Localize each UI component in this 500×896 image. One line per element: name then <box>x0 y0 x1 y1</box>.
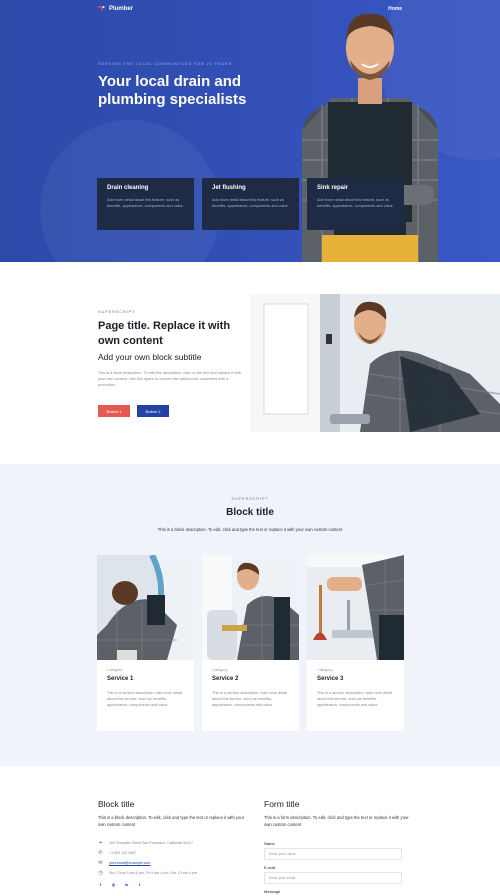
feature-text: Add more detail about this feature, such… <box>212 198 289 208</box>
address-text: 153 Template Street San Francisco, Calif… <box>109 841 193 845</box>
service-text: This is a service description. Add more … <box>317 691 393 707</box>
feature-cards: Drain cleaning Add more detail about thi… <box>97 178 404 230</box>
email-link[interactable]: your.email@example.com <box>109 861 150 865</box>
feature-title: Sink repair <box>317 185 349 191</box>
form-title: Form title <box>264 799 300 809</box>
hero-title: Your local drain and plumbing specialist… <box>98 73 247 108</box>
pipe-logo-icon <box>98 6 105 12</box>
hours-item: ◷ Sun-Thurs 9 am-6 pm, Fri 9 am-4 pm, Sa… <box>98 868 197 878</box>
feature-card: Sink repair Add more detail about this f… <box>307 178 404 230</box>
services-superscript: SUPERSCRIPT <box>231 496 269 501</box>
service-card-body: Category Service 2 This is a service des… <box>202 660 299 716</box>
hero-section: Plumber Home SERVING THE LOCAL COMMUNITI… <box>0 0 500 262</box>
content-subtitle: Add your own block subtitle <box>98 352 202 362</box>
service-cards: Category Service 1 This is a service des… <box>97 555 404 731</box>
service-3-image <box>307 555 404 660</box>
button-1[interactable]: Button 1 <box>98 405 130 417</box>
location-pin-icon: ⌖ <box>99 839 102 846</box>
feature-title: Jet flushing <box>212 185 246 191</box>
content-title: Page title. Replace it with own content <box>98 320 231 347</box>
service-text: This is a service description. Add more … <box>212 691 288 707</box>
service-category: Category <box>317 668 333 672</box>
contact-description: This is a block description. To edit, cl… <box>98 815 245 827</box>
social-links: f ◎ in t <box>98 882 142 887</box>
brand-name: Plumber <box>109 6 134 12</box>
service-2-image <box>202 555 299 660</box>
phone-icon: ✆ <box>98 849 103 856</box>
clock-icon: ◷ <box>98 869 103 876</box>
message-label: Message <box>264 889 281 894</box>
brand-logo[interactable]: Plumber <box>98 6 133 12</box>
address-item: ⌖ 153 Template Street San Francisco, Cal… <box>98 838 197 848</box>
form-description: This is a form description. To edit, cli… <box>264 815 409 827</box>
instagram-icon[interactable]: ◎ <box>111 882 116 887</box>
service-card[interactable]: Category Service 2 This is a service des… <box>202 555 299 731</box>
services-title: Block title <box>226 507 274 518</box>
facebook-icon[interactable]: f <box>98 882 103 887</box>
service-card[interactable]: Category Service 3 This is a service des… <box>307 555 404 731</box>
email-input[interactable]: Enter your email <box>264 872 402 884</box>
plumber-working-image <box>250 294 500 432</box>
phone-item: ✆ +1 800 123 4567 <box>98 848 197 858</box>
feature-title: Drain cleaning <box>107 185 149 191</box>
service-title: Service 2 <box>212 676 239 682</box>
linkedin-icon[interactable]: in <box>124 882 129 887</box>
button-row: Button 1 Button 2 <box>98 405 169 417</box>
service-card-body: Category Service 1 This is a service des… <box>97 660 194 716</box>
hero-kicker: SERVING THE LOCAL COMMUNITIES FOR 20 YEA… <box>98 61 232 66</box>
feature-text: Add more detail about this feature, such… <box>107 198 184 208</box>
content-section: SUPERSCRIPT Page title. Replace it with … <box>0 262 500 464</box>
hours-text: Sun-Thurs 9 am-6 pm, Fri 9 am-4 pm, Sat,… <box>109 871 197 875</box>
content-superscript: SUPERSCRIPT <box>98 309 136 314</box>
service-text: This is a service description. Add more … <box>107 691 183 707</box>
name-input[interactable]: Enter your name <box>264 848 402 860</box>
contact-info-list: ⌖ 153 Template Street San Francisco, Cal… <box>98 838 197 878</box>
contact-section: Block title This is a block description.… <box>0 766 500 896</box>
service-title: Service 1 <box>107 676 134 682</box>
contact-title: Block title <box>98 799 135 809</box>
button-2[interactable]: Button 2 <box>137 405 169 417</box>
feature-card: Drain cleaning Add more detail about thi… <box>97 178 194 230</box>
phone-text: +1 800 123 4567 <box>109 851 137 855</box>
feature-text: Add more detail about this feature, such… <box>317 198 394 208</box>
service-1-image <box>97 555 194 660</box>
email-label: E-mail <box>264 865 276 870</box>
services-section: SUPERSCRIPT Block title This is a block … <box>0 464 500 766</box>
email-item: ✉ your.email@example.com <box>98 858 197 868</box>
service-card[interactable]: Category Service 1 This is a service des… <box>97 555 194 731</box>
content-description: This is a block description. To edit thi… <box>98 371 242 387</box>
service-title: Service 3 <box>317 676 344 682</box>
services-description: This is a block description. To edit, cl… <box>157 527 343 532</box>
twitter-icon[interactable]: t <box>137 882 142 887</box>
feature-card: Jet flushing Add more detail about this … <box>202 178 299 230</box>
name-label: Name <box>264 841 275 846</box>
service-category: Category <box>212 668 228 672</box>
service-category: Category <box>107 668 123 672</box>
envelope-icon: ✉ <box>98 859 103 866</box>
service-card-body: Category Service 3 This is a service des… <box>307 660 404 716</box>
